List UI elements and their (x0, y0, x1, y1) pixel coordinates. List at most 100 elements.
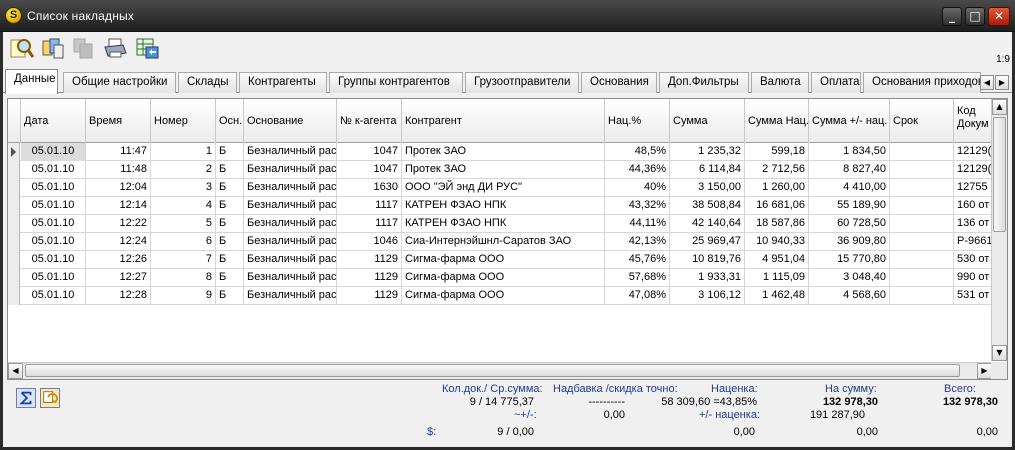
close-button[interactable]: ✕ (988, 7, 1010, 26)
cell-basis[interactable]: Безналичный рас (244, 233, 337, 251)
maximize-button[interactable]: □ (965, 7, 985, 26)
scroll-left-icon[interactable]: ◀ (8, 363, 23, 379)
cell-sum-pm-markup[interactable]: 55 189,90 (809, 197, 890, 215)
cell-agent-number[interactable]: 1129 (337, 269, 402, 287)
row-indicator[interactable] (8, 287, 20, 305)
cell-time[interactable]: 12:22 (86, 215, 151, 233)
cell-sum-pm-markup[interactable]: 4 410,00 (809, 179, 890, 197)
cell-sum-pm-markup[interactable]: 4 568,60 (809, 287, 890, 305)
tab-payment[interactable]: Оплата (811, 72, 861, 93)
cell-doc-code[interactable]: 160 от (954, 197, 992, 215)
cell-sum-pm-markup[interactable]: 60 728,50 (809, 215, 890, 233)
cell-term[interactable] (890, 287, 954, 305)
cell-sum-markup[interactable]: 2 712,56 (745, 161, 809, 179)
row-indicator[interactable] (8, 197, 20, 215)
cell-sum-markup[interactable]: 10 940,33 (745, 233, 809, 251)
cell-number[interactable]: 4 (151, 197, 216, 215)
cell-term[interactable] (890, 179, 954, 197)
scroll-up-icon[interactable]: ▲ (992, 99, 1007, 115)
cell-contractor[interactable]: Протек ЗАО (402, 143, 605, 161)
cell-number[interactable]: 5 (151, 215, 216, 233)
cell-doc-code[interactable]: 990 от (954, 269, 992, 287)
table-row[interactable]: 05.01.10 12:24 6 Б Безналичный рас 1046 Сиа-Ин… (8, 233, 992, 251)
cell-time[interactable]: 12:14 (86, 197, 151, 215)
row-indicator[interactable] (8, 179, 20, 197)
cell-date[interactable]: 05.01.10 (21, 287, 86, 305)
cell-number[interactable]: 3 (151, 179, 216, 197)
cell-date[interactable]: 05.01.10 (21, 269, 86, 287)
tab-scroll-right-icon[interactable]: ▶ (995, 75, 1009, 90)
row-indicator[interactable] (8, 269, 20, 287)
cell-contractor[interactable]: Сигма-фарма ООО (402, 269, 605, 287)
cell-basis-code[interactable]: Б (216, 287, 244, 305)
cell-agent-number[interactable]: 1630 (337, 179, 402, 197)
cell-basis-code[interactable]: Б (216, 143, 244, 161)
cell-time[interactable]: 12:24 (86, 233, 151, 251)
row-indicator[interactable] (8, 143, 20, 161)
cell-agent-number[interactable]: 1046 (337, 233, 402, 251)
cell-date[interactable]: 05.01.10 (21, 161, 86, 179)
tab-general-settings[interactable]: Общие настройки (63, 72, 176, 93)
cell-doc-code[interactable]: 136 от (954, 215, 992, 233)
minimize-button[interactable]: _ (942, 7, 962, 26)
cell-contractor[interactable]: КАТРЕН ФЗАО НПК (402, 215, 605, 233)
cell-sum[interactable]: 1 235,32 (670, 143, 745, 161)
cell-sum[interactable]: 10 819,76 (670, 251, 745, 269)
cell-agent-number[interactable]: 1117 (337, 215, 402, 233)
cell-doc-code[interactable]: Р-9661 (954, 233, 992, 251)
cell-basis[interactable]: Безналичный рас (244, 197, 337, 215)
header-sum-markup[interactable]: Сумма Нац. (745, 99, 809, 143)
cell-sum-pm-markup[interactable]: 8 827,40 (809, 161, 890, 179)
cell-basis-code[interactable]: Б (216, 215, 244, 233)
tab-contractor-groups[interactable]: Группы контрагентов (329, 72, 463, 93)
table-row[interactable]: 05.01.10 12:14 4 Б Безналичный рас 1117 КАТРЕН… (8, 197, 992, 215)
search-icon[interactable] (10, 37, 34, 59)
cell-sum[interactable]: 42 140,64 (670, 215, 745, 233)
sum-icon[interactable] (16, 388, 36, 408)
cell-doc-code[interactable]: 12755 (954, 179, 992, 197)
table-row[interactable]: 05.01.10 12:22 5 Б Безналичный рас 1117 КАТРЕН… (8, 215, 992, 233)
cell-agent-number[interactable]: 1047 (337, 143, 402, 161)
header-doc-code[interactable]: Код Докум (954, 99, 992, 143)
cell-time[interactable]: 12:28 (86, 287, 151, 305)
header-sum[interactable]: Сумма (670, 99, 745, 143)
cell-markup-percent[interactable]: 43,32% (605, 197, 670, 215)
header-markup-percent[interactable]: Нац.% (605, 99, 670, 143)
tab-data[interactable]: Данные (5, 69, 58, 94)
cell-basis[interactable]: Безналичный рас (244, 161, 337, 179)
cell-time[interactable]: 11:48 (86, 161, 151, 179)
cell-time[interactable]: 12:27 (86, 269, 151, 287)
cell-sum[interactable]: 3 150,00 (670, 179, 745, 197)
cell-sum-markup[interactable]: 1 115,09 (745, 269, 809, 287)
cell-basis[interactable]: Безналичный рас (244, 287, 337, 305)
cell-number[interactable]: 6 (151, 233, 216, 251)
cell-term[interactable] (890, 233, 954, 251)
cell-sum-markup[interactable]: 16 681,06 (745, 197, 809, 215)
cell-term[interactable] (890, 161, 954, 179)
cell-number[interactable]: 9 (151, 287, 216, 305)
header-basis-code[interactable]: Осн. (216, 99, 244, 143)
documents-icon[interactable] (41, 37, 65, 59)
header-sum-pm-markup[interactable]: Сумма +/- нац. (809, 99, 890, 143)
vertical-scroll-thumb[interactable] (993, 117, 1006, 232)
cell-date[interactable]: 05.01.10 (21, 197, 86, 215)
row-indicator[interactable] (8, 251, 20, 269)
cell-basis-code[interactable]: Б (216, 269, 244, 287)
cell-contractor[interactable]: ООО "ЭЙ энд ДИ РУС" (402, 179, 605, 197)
cell-time[interactable]: 12:26 (86, 251, 151, 269)
row-indicator[interactable] (8, 233, 20, 251)
cell-number[interactable]: 8 (151, 269, 216, 287)
table-row[interactable]: 05.01.10 12:26 7 Б Безналичный рас 1129 Сигма-… (8, 251, 992, 269)
tab-shippers[interactable]: Грузоотправители (465, 72, 579, 93)
cell-sum-markup[interactable]: 599,18 (745, 143, 809, 161)
cell-contractor[interactable]: КАТРЕН ФЗАО НПК (402, 197, 605, 215)
cell-agent-number[interactable]: 1129 (337, 287, 402, 305)
scroll-down-icon[interactable]: ▼ (992, 345, 1007, 361)
copy-disabled-icon[interactable] (71, 37, 95, 59)
cell-contractor[interactable]: Сигма-фарма ООО (402, 287, 605, 305)
cell-doc-code[interactable]: 530 от (954, 251, 992, 269)
cell-sum-markup[interactable]: 1 260,00 (745, 179, 809, 197)
table-row[interactable]: 05.01.10 12:04 3 Б Безналичный рас 1630 ООО "Э… (8, 179, 992, 197)
tab-currency[interactable]: Валюта (751, 72, 809, 93)
cell-term[interactable] (890, 269, 954, 287)
